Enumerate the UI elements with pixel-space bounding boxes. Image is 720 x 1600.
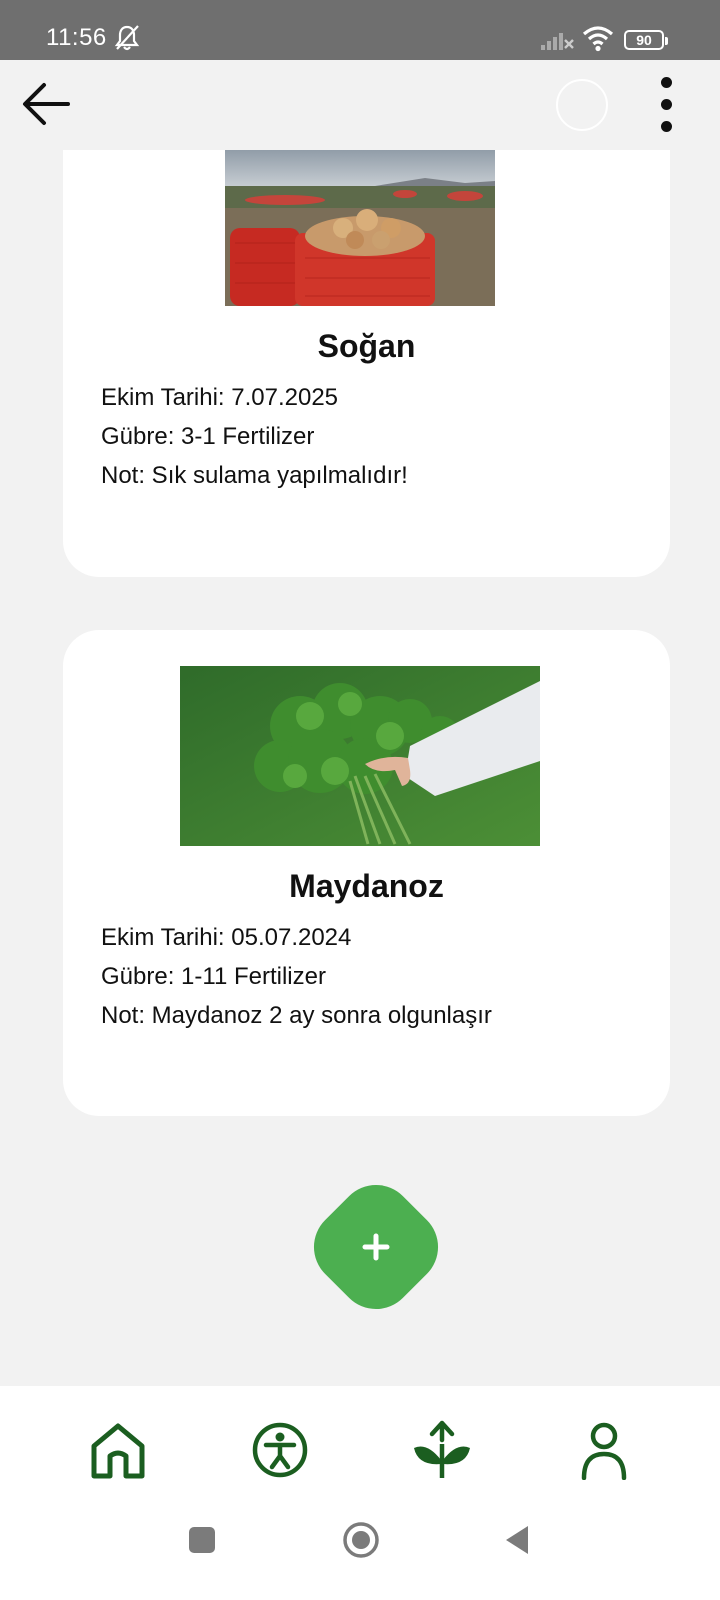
note: Not: Maydanoz 2 ay sonra olgunlaşır	[101, 1002, 492, 1029]
planting-date: Ekim Tarihi: 05.07.2024	[101, 924, 352, 951]
back-triangle-icon[interactable]	[504, 1524, 530, 1556]
fertilizer: Gübre: 3-1 Fertilizer	[101, 423, 315, 450]
arrow-left-icon[interactable]	[18, 76, 74, 132]
bottom-navigation	[0, 1386, 720, 1506]
signal-icon	[541, 33, 574, 50]
system-navigation	[0, 1506, 720, 1600]
note: Not: Sık sulama yapılmalıdır!	[101, 462, 408, 489]
planting-date: Ekim Tarihi: 7.07.2025	[101, 384, 339, 411]
home-circle-icon[interactable]	[342, 1521, 380, 1559]
plant-icon[interactable]	[412, 1420, 472, 1480]
wifi-icon	[582, 26, 614, 52]
plus-icon	[362, 1233, 390, 1261]
fertilizer: Gübre: 1-11 Fertilizer	[101, 963, 326, 990]
circle-button[interactable]	[556, 79, 608, 131]
status-bar: 11:56 90	[0, 0, 720, 60]
plant-name: Maydanoz	[289, 868, 444, 904]
home-icon[interactable]	[88, 1420, 148, 1480]
recents-icon[interactable]	[189, 1527, 215, 1553]
status-time: 11:56	[46, 24, 107, 51]
bell-off-icon	[114, 25, 140, 51]
battery-indicator: 90	[624, 30, 668, 50]
plant-card[interactable]: Maydanoz Ekim Tarihi: 05.07.2024 Gübre: …	[63, 630, 670, 1116]
app-bar	[0, 60, 720, 150]
more-vertical-icon[interactable]	[652, 76, 682, 136]
profile-icon[interactable]	[574, 1420, 634, 1480]
parsley-bunch-photo	[180, 666, 540, 846]
plant-card[interactable]: Soğan Ekim Tarihi: 7.07.2025 Gübre: 3-1 …	[63, 150, 670, 577]
accessibility-icon[interactable]	[250, 1420, 310, 1480]
plant-name: Soğan	[317, 328, 416, 364]
onion-sacks-field-photo	[225, 150, 495, 306]
